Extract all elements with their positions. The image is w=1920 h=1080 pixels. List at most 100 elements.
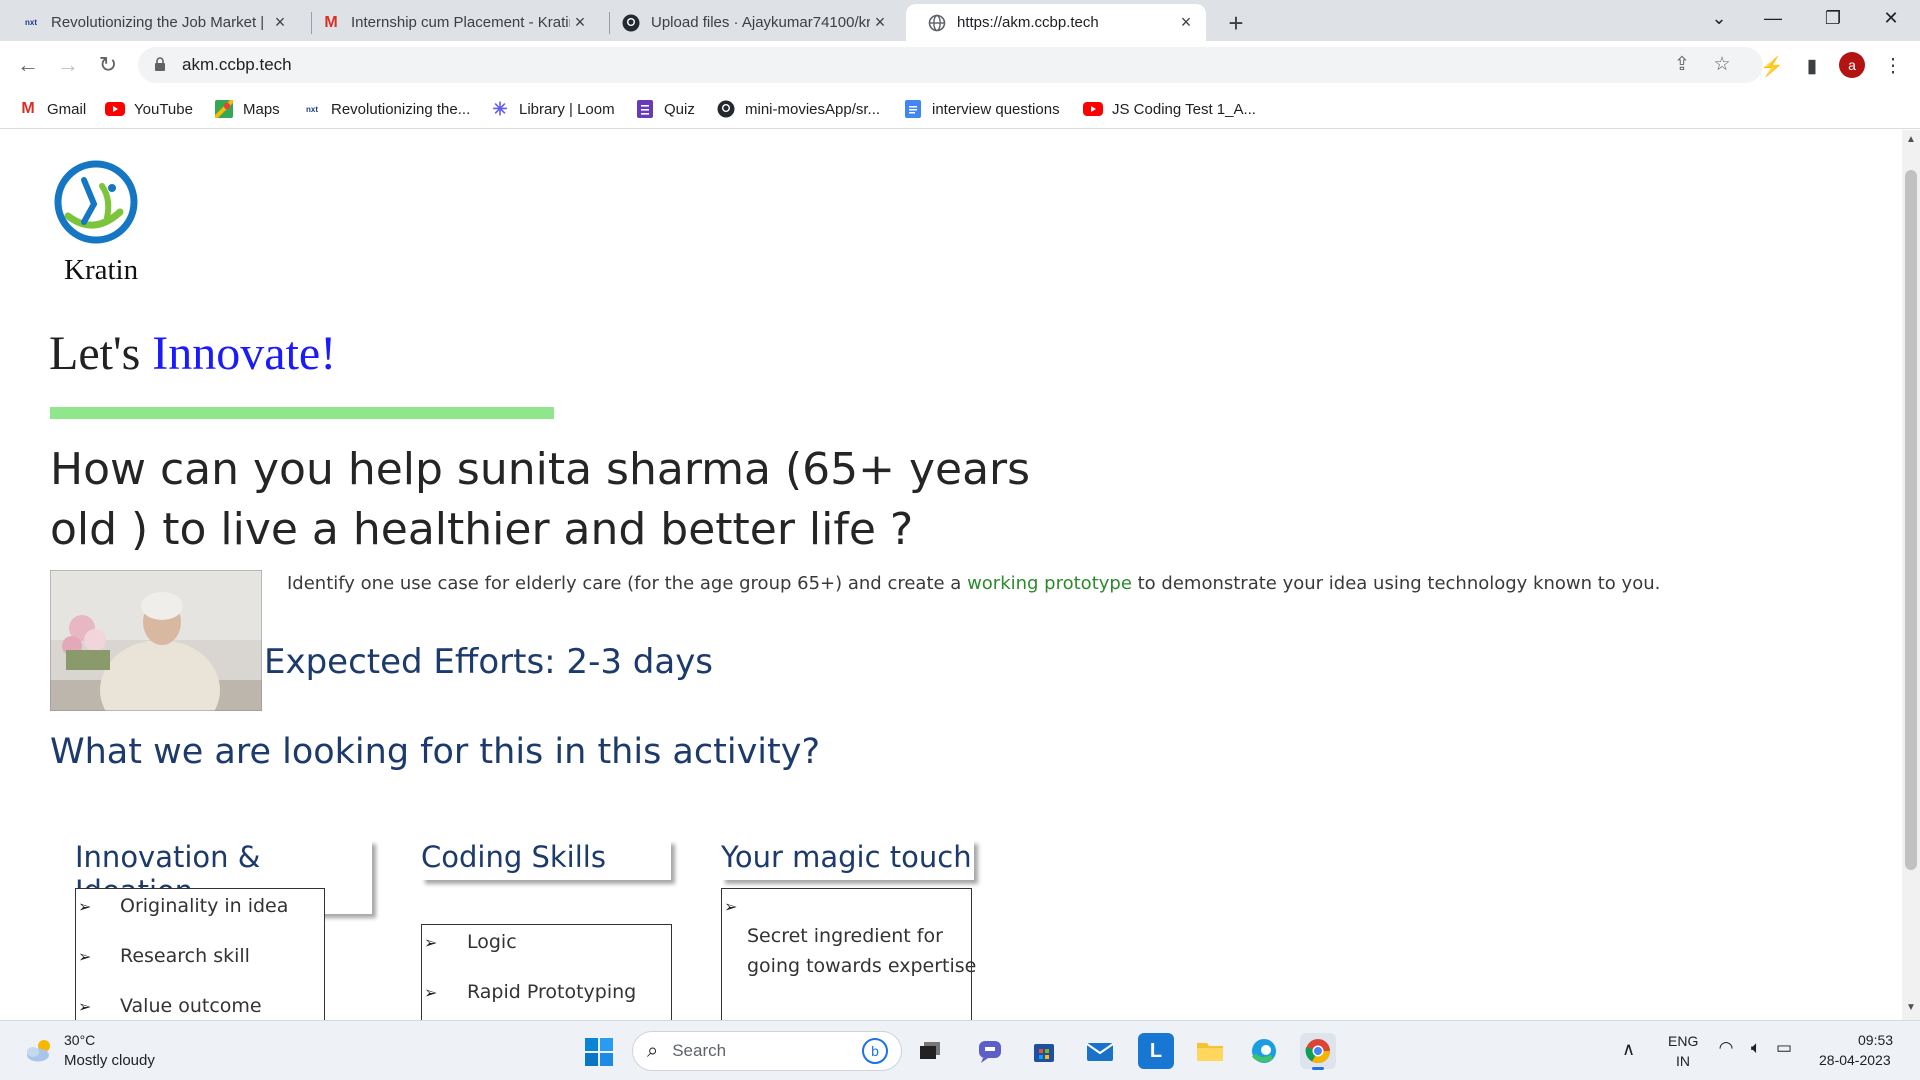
tray-overflow-chevron-icon[interactable]: ∧	[1622, 1039, 1635, 1060]
title-plain: Let's	[49, 327, 153, 380]
tab-github-upload[interactable]: Upload files · Ajaykumar74100/kr ×	[600, 4, 900, 41]
bookmark-star-icon[interactable]: ☆	[1710, 53, 1734, 76]
file-explorer-icon[interactable]	[1192, 1033, 1228, 1069]
lock-icon[interactable]	[148, 56, 172, 74]
teams-chat-icon[interactable]	[972, 1033, 1008, 1069]
new-tab-button[interactable]: +	[1222, 8, 1250, 39]
clock-date[interactable]: 28-04-2023	[1819, 1052, 1891, 1068]
list-item: Logic	[467, 931, 517, 953]
weather-description[interactable]: Mostly cloudy	[64, 1052, 155, 1069]
reload-icon[interactable]: ↻	[92, 49, 124, 81]
gmail-icon: M	[21, 100, 35, 117]
side-panel-icon[interactable]: ▮	[1799, 55, 1825, 78]
bookmark-interview-questions[interactable]: interview questions	[903, 98, 1060, 120]
restore-button[interactable]: ❐	[1818, 8, 1848, 29]
share-icon[interactable]: ⇪	[1670, 53, 1694, 76]
search-icon: ⌕	[647, 1039, 659, 1062]
tab-internship[interactable]: M Internship cum Placement - Kratin ×	[300, 4, 600, 41]
active-app-indicator	[1312, 1067, 1324, 1070]
bookmark-loom[interactable]: ✳ Library | Loom	[490, 98, 615, 120]
bookmark-label: Quiz	[664, 100, 695, 118]
nxt-wave-icon: nxt	[306, 104, 318, 114]
volume-icon[interactable]: 🔈︎	[1744, 1038, 1768, 1058]
mail-icon[interactable]	[1082, 1033, 1118, 1069]
tab-title: https://akm.ccbp.tech	[957, 14, 1099, 31]
close-icon[interactable]: ×	[270, 12, 290, 33]
input-language[interactable]: ENG	[1668, 1033, 1698, 1049]
tab-revolutionizing[interactable]: nxt Revolutionizing the Job Market | ×	[0, 4, 300, 41]
task-view-icon[interactable]	[912, 1033, 948, 1069]
forms-icon	[635, 100, 655, 118]
scroll-down-arrow-icon[interactable]: ▼	[1902, 1002, 1920, 1013]
tab-akm-active[interactable]: https://akm.ccbp.tech ×	[906, 4, 1206, 41]
bookmark-maps[interactable]: Maps	[214, 98, 280, 120]
globe-favicon-icon	[928, 14, 946, 32]
github-icon	[716, 100, 736, 118]
maps-icon	[214, 100, 234, 118]
input-region[interactable]: IN	[1676, 1053, 1690, 1069]
extension-bolt-icon[interactable]: ⚡	[1759, 55, 1785, 79]
scroll-thumb[interactable]	[1905, 170, 1917, 870]
more-menu-icon[interactable]: ⋮	[1880, 55, 1906, 78]
tab-title: Internship cum Placement - Kratin	[351, 14, 570, 31]
tab-search-chevron-icon[interactable]: ⌄	[1704, 8, 1734, 29]
close-icon[interactable]: ×	[870, 12, 890, 33]
bookmark-label: Gmail	[47, 100, 87, 118]
bing-icon[interactable]: b	[862, 1038, 889, 1064]
wifi-icon[interactable]: ◠	[1714, 1038, 1738, 1058]
taskbar-search[interactable]: ⌕ Search b	[632, 1031, 902, 1071]
title-accent: Innovate!	[152, 327, 337, 380]
arrow-bullet-icon: ➢	[724, 899, 738, 916]
close-icon[interactable]: ×	[570, 12, 590, 33]
bookmark-label: interview questions	[932, 100, 1060, 118]
tab-title: Revolutionizing the Job Market |	[51, 14, 265, 31]
bookmark-revolutionizing[interactable]: nxt Revolutionizing the...	[302, 98, 470, 120]
description-tail: to demonstrate your idea using technolog…	[1131, 573, 1661, 594]
list-item: Value outcome	[120, 995, 262, 1017]
url-text[interactable]: akm.ccbp.tech	[182, 55, 292, 75]
clock-time[interactable]: 09:53	[1858, 1032, 1893, 1048]
page-scrollbar[interactable]: ▲ ▼	[1902, 130, 1920, 1020]
l-app-icon[interactable]: L	[1138, 1033, 1174, 1069]
card-title-coding: Coding Skills	[421, 840, 671, 880]
bookmark-label: Library | Loom	[519, 100, 615, 118]
arrow-bullet-icon: ➢	[424, 985, 438, 1002]
description-lead: Identify one use case for elderly care (…	[287, 573, 968, 594]
forward-arrow-icon[interactable]: →	[52, 49, 84, 81]
edge-browser-icon[interactable]	[1246, 1033, 1282, 1069]
bookmark-gmail[interactable]: M Gmail	[18, 98, 86, 120]
cloudy-weather-icon[interactable]	[24, 1037, 56, 1063]
page-title: Let's Innovate!	[49, 326, 336, 381]
bookmark-label: JS Coding Test 1_A...	[1112, 100, 1256, 118]
bookmark-label: Revolutionizing the...	[331, 100, 471, 118]
bookmark-youtube[interactable]: YouTube	[105, 98, 193, 120]
minimize-button[interactable]: —	[1758, 8, 1788, 29]
loom-icon: ✳	[492, 98, 508, 119]
bookmark-label: mini-moviesApp/sr...	[745, 100, 881, 118]
bookmark-label: Maps	[243, 100, 280, 118]
docs-icon	[903, 100, 923, 118]
window-close-button[interactable]: ✕	[1876, 8, 1906, 29]
arrow-bullet-icon: ➢	[424, 935, 438, 952]
list-item: Rapid Prototyping	[467, 981, 637, 1003]
search-placeholder: Search	[672, 1041, 727, 1060]
card-title-magic-touch: Your magic touch	[721, 840, 974, 880]
close-icon[interactable]: ×	[1176, 12, 1196, 33]
weather-temperature[interactable]: 30°C	[64, 1032, 95, 1048]
profile-avatar[interactable]: a	[1839, 52, 1865, 78]
bookmark-mini-movies[interactable]: mini-moviesApp/sr...	[716, 98, 880, 120]
youtube-icon	[1083, 100, 1103, 118]
gmail-favicon-icon: M	[324, 13, 338, 31]
chrome-browser-icon[interactable]	[1300, 1033, 1336, 1070]
back-arrow-icon[interactable]: ←	[12, 49, 44, 81]
bookmark-quiz[interactable]: Quiz	[635, 98, 695, 120]
battery-icon[interactable]: ▭	[1772, 1038, 1796, 1058]
bookmark-js-coding-test[interactable]: JS Coding Test 1_A...	[1083, 98, 1256, 120]
microsoft-store-icon[interactable]	[1026, 1033, 1062, 1069]
scroll-up-arrow-icon[interactable]: ▲	[1902, 134, 1920, 145]
nxt-wave-favicon-icon: nxt	[25, 18, 37, 27]
windows-start-icon[interactable]	[584, 1037, 614, 1067]
kratin-logo	[54, 160, 138, 244]
card-magic-touch: ➢ Secret ingredient for going towards ex…	[721, 888, 976, 1020]
address-bar[interactable]: akm.ccbp.tech ⇪ ☆	[138, 47, 1763, 83]
